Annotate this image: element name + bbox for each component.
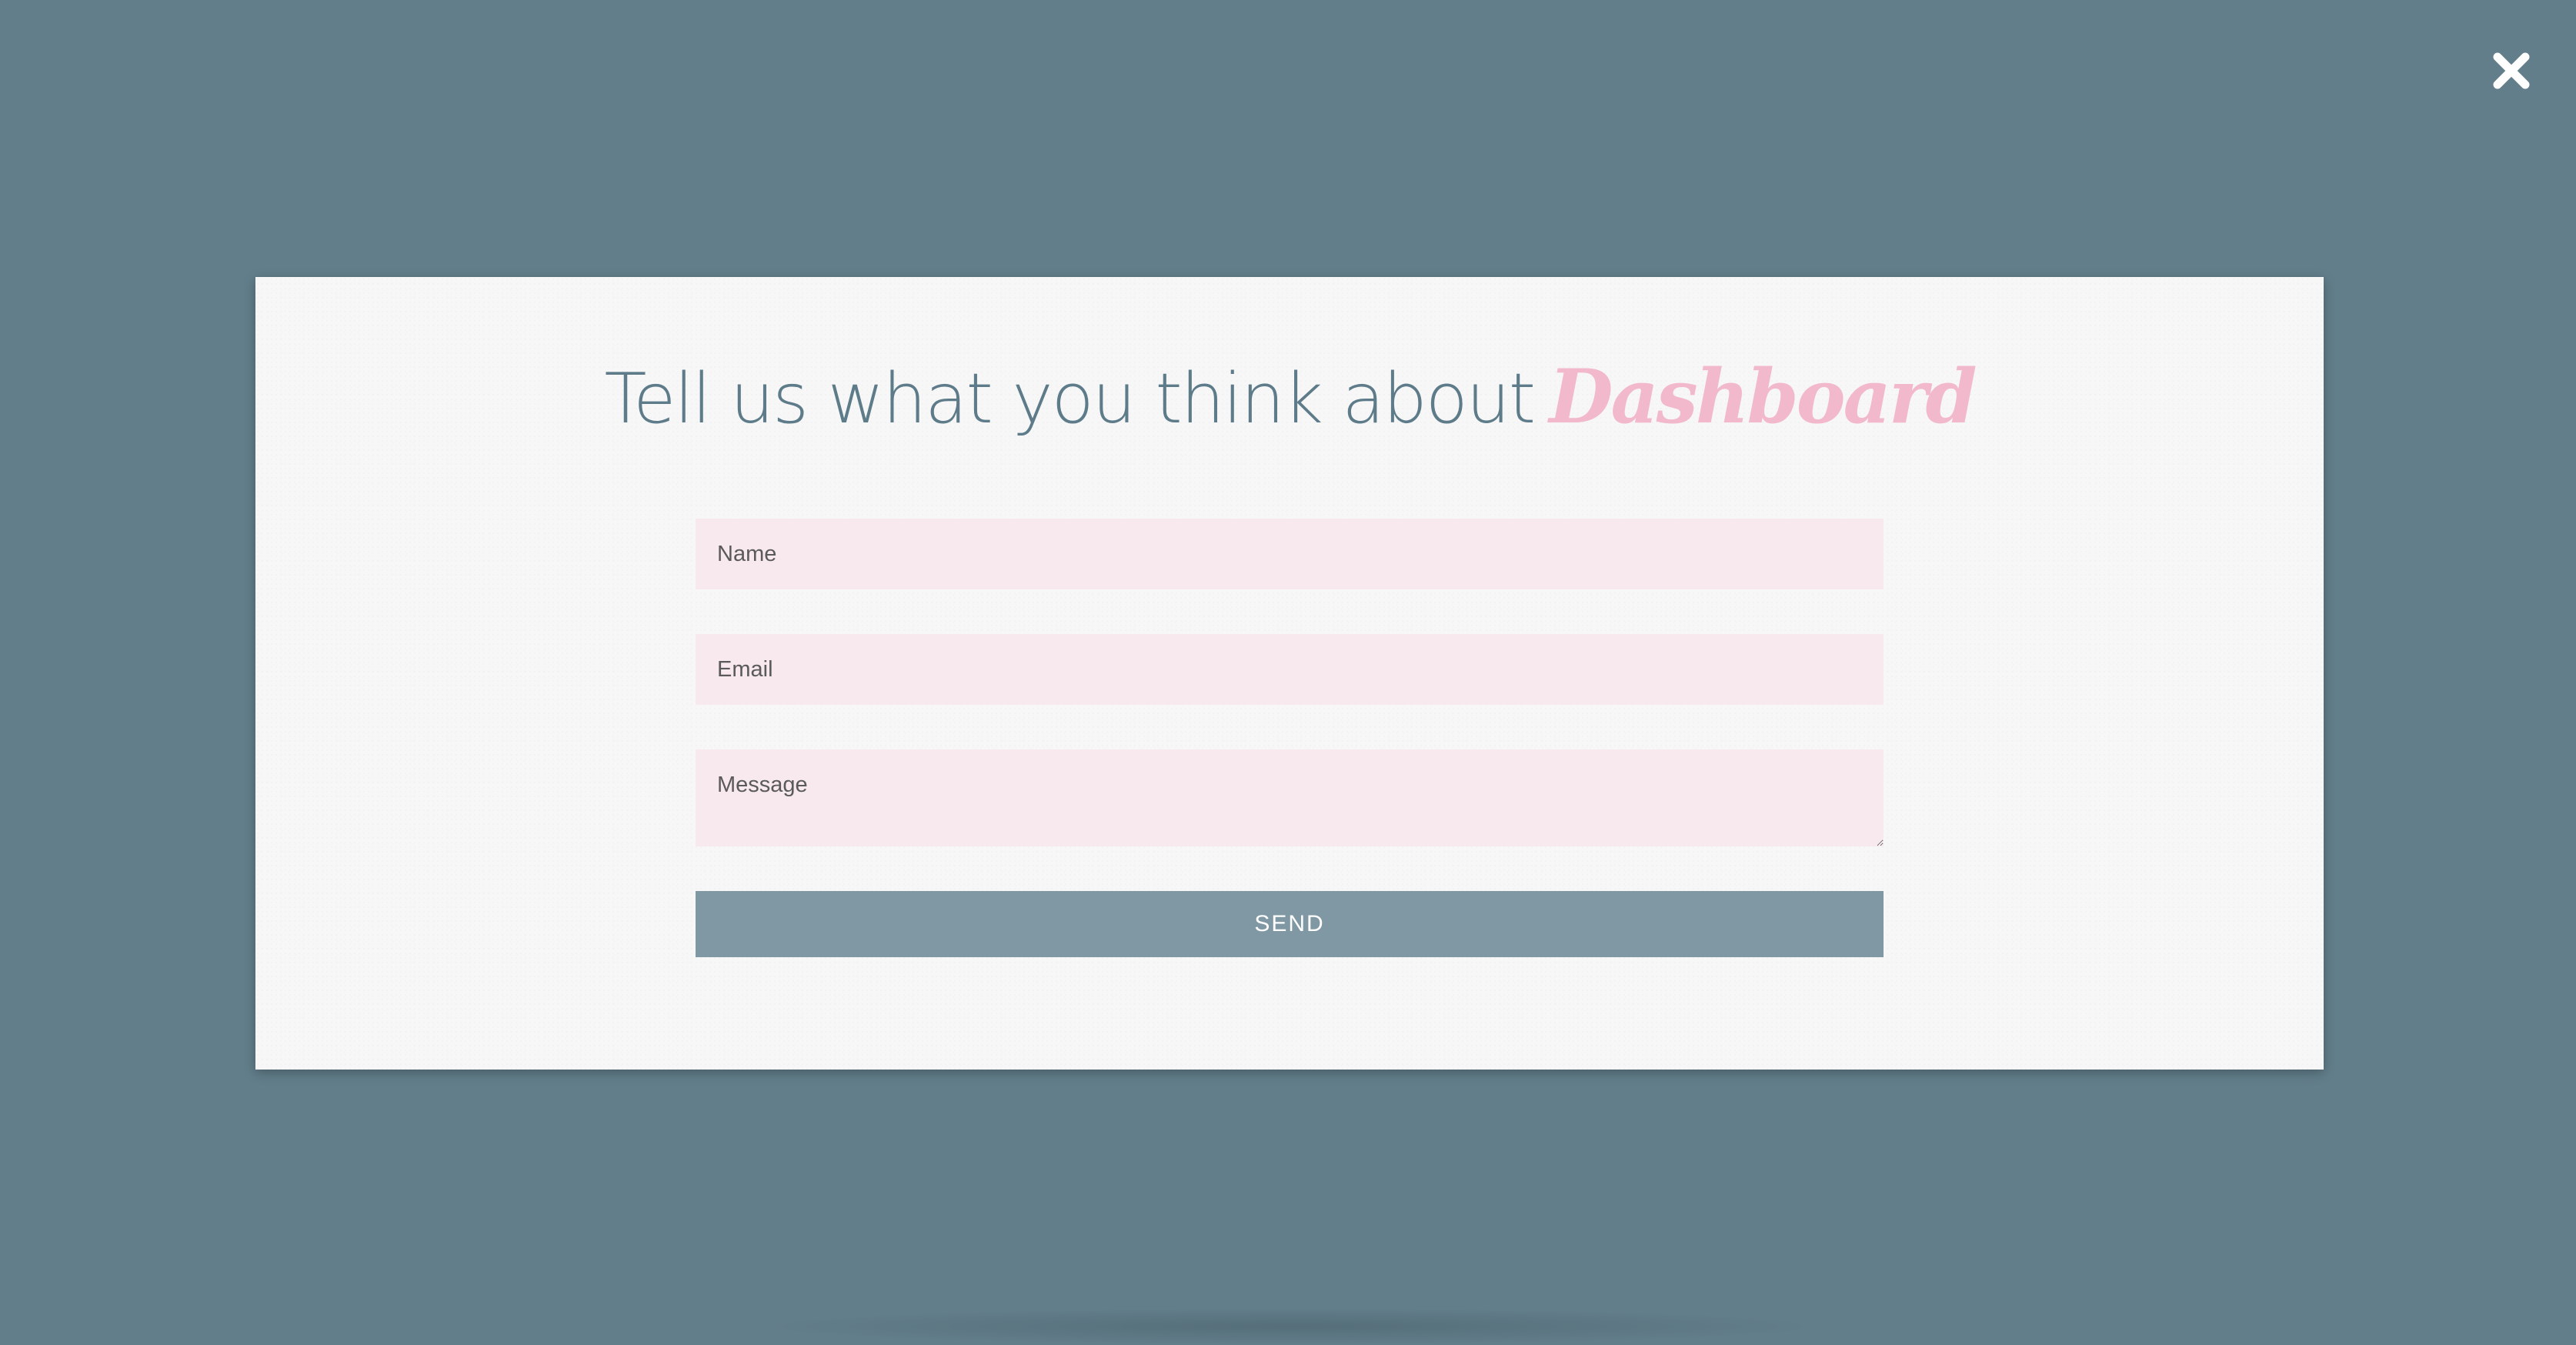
feedback-modal: Tell us what you think about Dashboard S… <box>255 277 2324 1070</box>
send-button[interactable]: SEND <box>696 891 1884 957</box>
message-textarea[interactable] <box>696 749 1884 846</box>
name-input[interactable] <box>696 519 1884 589</box>
title-lead: Tell us what you think about <box>604 359 1536 439</box>
title-brand: Dashboard <box>1549 353 1977 440</box>
modal-title: Tell us what you think about Dashboard <box>255 360 2324 434</box>
close-button[interactable] <box>2487 46 2536 95</box>
email-input[interactable] <box>696 634 1884 705</box>
close-icon <box>2493 52 2530 89</box>
backdrop-shadow <box>754 1308 1831 1345</box>
